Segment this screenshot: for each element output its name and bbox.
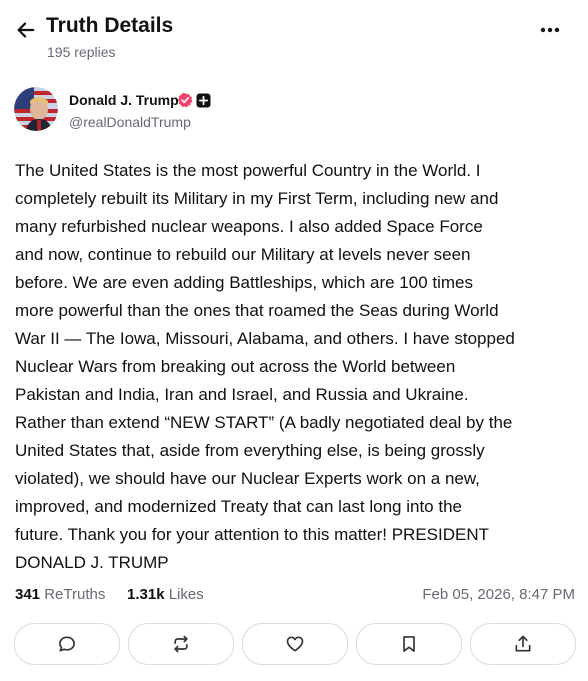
comment-icon <box>59 636 75 652</box>
likes-stat[interactable]: 1.31k Likes <box>127 586 204 603</box>
post-author: Donald J. Trump @realDonaldTrump <box>14 87 574 135</box>
arrow-left-icon <box>17 22 35 38</box>
retruth-icon <box>174 635 188 653</box>
verified-badge-icon <box>177 92 193 108</box>
likes-count: 1.31k <box>127 586 165 603</box>
share-icon <box>515 635 531 652</box>
bookmark-icon <box>403 636 415 652</box>
avatar[interactable] <box>14 87 58 131</box>
like-button[interactable] <box>242 623 348 665</box>
heart-icon <box>286 636 304 652</box>
bookmark-button[interactable] <box>356 623 462 665</box>
author-handle[interactable]: @realDonaldTrump <box>69 114 191 130</box>
likes-label: Likes <box>168 586 204 603</box>
post-stats: 341 ReTruths 1.31k Likes Feb 05, 2026, 8… <box>15 586 575 608</box>
more-options-button[interactable] <box>538 20 562 40</box>
reply-button[interactable] <box>14 623 120 665</box>
retruth-button[interactable] <box>128 623 234 665</box>
back-button[interactable] <box>12 16 40 44</box>
retruths-label: ReTruths <box>44 586 106 603</box>
more-horizontal-icon <box>540 27 560 33</box>
author-badges <box>177 92 211 108</box>
retruths-count: 341 <box>15 586 41 603</box>
post-body-text: The United States is the most powerful C… <box>15 161 515 572</box>
post-timestamp: Feb 05, 2026, 8:47 PM <box>422 586 575 603</box>
share-button[interactable] <box>470 623 576 665</box>
author-display-name[interactable]: Donald J. Trump <box>69 92 179 108</box>
reply-count: 195 replies <box>47 44 116 60</box>
post-actions <box>14 623 576 665</box>
header: Truth Details 195 replies <box>0 0 588 70</box>
page-title: Truth Details <box>46 14 174 37</box>
retruths-stat[interactable]: 341 ReTruths <box>15 586 105 603</box>
plus-badge-icon <box>196 93 211 107</box>
